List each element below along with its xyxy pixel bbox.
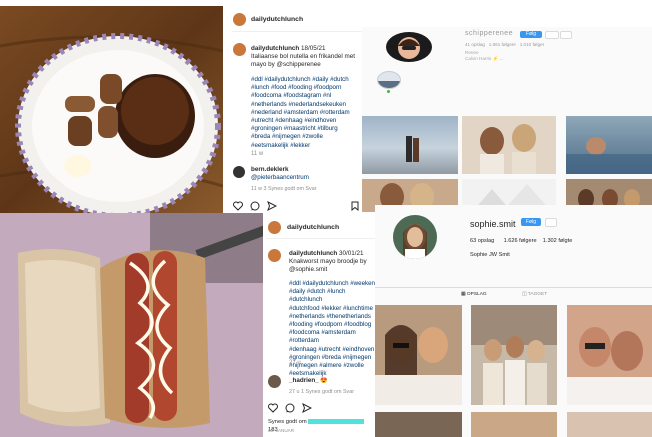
profile-1-username: schipperenee <box>465 30 514 37</box>
grid-photo-1[interactable] <box>375 305 462 405</box>
likes-text: Synes godt om <box>268 419 307 425</box>
post-1-username[interactable]: dailydutchlunch <box>251 16 303 23</box>
two-women-photo <box>480 124 536 174</box>
profile-2-username: sophie.smit <box>470 219 516 229</box>
tab-tagged[interactable]: ◫ TAGGET <box>522 291 547 299</box>
post-2: dailydutchlunch dailydutchlunch 30/01/21… <box>0 213 375 437</box>
commenter-username[interactable]: bern.deklerk <box>251 166 288 173</box>
post-1-comment-meta: 11 w 3 Synes godt om Svar <box>251 186 317 192</box>
stat-posts: 41 opslag <box>465 42 485 47</box>
comment-mention[interactable]: @pieterbaancentrum <box>251 174 309 181</box>
memoji-avatar <box>398 37 420 59</box>
message-button[interactable] <box>545 218 557 227</box>
more-button[interactable] <box>560 31 572 39</box>
divider <box>375 287 652 288</box>
comment-icon[interactable] <box>285 403 295 413</box>
post-1-avatar[interactable] <box>233 13 246 26</box>
post-2-avatar[interactable] <box>268 221 281 234</box>
highlight-cover <box>378 81 400 88</box>
profile-1-bio: Calvin Harris ⚡ ... <box>465 56 504 61</box>
grid-icon: ▦ <box>461 292 466 297</box>
post-2-caption-age: 27 u <box>289 360 301 366</box>
stat-following[interactable]: 1.302 følgte <box>543 238 573 244</box>
caption-date: 30/01/21 <box>339 250 364 257</box>
nutella-bun-photo <box>0 6 223 213</box>
redacted-name <box>308 418 365 424</box>
post-2-caption: dailydutchlunch 30/01/21 Knakworst mayo … <box>289 250 375 274</box>
post-1-caption-avatar[interactable] <box>233 43 246 56</box>
divider <box>232 31 362 32</box>
highlight-dot <box>387 90 390 93</box>
grid-photo-3[interactable] <box>567 305 652 405</box>
message-button[interactable] <box>545 31 559 39</box>
caption-date: 18/05/21 <box>301 45 326 52</box>
caption-username[interactable]: dailydutchlunch <box>289 250 337 257</box>
post-2-hashtags[interactable]: #ddl #dailydutchlunch #weekend #daily #d… <box>289 280 375 378</box>
post-2-commenter-avatar[interactable] <box>268 375 281 388</box>
stat-followers[interactable]: 1.061 følgere <box>489 42 516 47</box>
profile-2: sophie.smit Følg 63 opslag 1.626 følgere… <box>375 205 652 437</box>
swimming-photo <box>566 137 652 174</box>
profile-2-name: Sophie JW Smit <box>470 252 510 258</box>
heart-icon[interactable] <box>233 201 243 211</box>
hotdog-photo <box>0 213 263 437</box>
post-1-commenter-avatar[interactable] <box>233 166 245 178</box>
follow-button[interactable]: Følg <box>521 218 541 226</box>
grid-photo-4[interactable] <box>375 412 462 437</box>
comment-emoji: 😍 <box>320 378 328 384</box>
share-icon[interactable] <box>302 403 312 413</box>
highlight-story[interactable] <box>377 71 401 89</box>
grid-photo-6[interactable] <box>567 412 652 437</box>
group-street-photo <box>471 305 557 405</box>
grid-photo-2[interactable] <box>471 305 557 405</box>
tag-icon: ◫ <box>522 292 527 297</box>
caption-text: Italiaanse bol nutella en frikandel met … <box>251 53 355 68</box>
tab-posts-label: OPSLAG <box>466 292 487 297</box>
caption-text: Knakworst mayo broodje by @sophie.smit <box>289 258 367 273</box>
post-2-date-footer: 30. JANUAR <box>268 428 295 433</box>
heart-icon[interactable] <box>268 403 278 413</box>
post-1-caption-age: 11 w <box>251 151 264 157</box>
post-2-comment-meta: 27 u 1 Synes godt om Svar <box>289 389 355 395</box>
tab-posts[interactable]: ▦ OPSLAG <box>461 291 487 299</box>
post-1-caption: dailydutchlunch 18/05/21 Italiaanse bol … <box>251 45 361 69</box>
profile-photo <box>393 215 437 259</box>
selfie-sunglasses-photo <box>375 325 462 405</box>
post-1-image[interactable] <box>0 6 223 213</box>
post-1: dailydutchlunch dailydutchlunch 18/05/21… <box>0 0 362 213</box>
post-1-comment: bern.deklerk @pieterbaancentrum <box>251 166 309 182</box>
follow-button[interactable]: Følg <box>520 31 542 38</box>
profile-2-stats: 63 opslag 1.626 følgere 1.302 følgte <box>470 237 572 245</box>
post-2-image[interactable] <box>0 213 263 437</box>
post-2-comment: _hadrien_ 😍 <box>289 377 328 385</box>
profile-2-avatar[interactable] <box>393 215 437 259</box>
caption-username[interactable]: dailydutchlunch <box>251 45 299 52</box>
couple-lake-photo <box>406 136 419 162</box>
divider <box>266 238 375 239</box>
share-icon[interactable] <box>267 201 277 211</box>
grid-photo-2[interactable] <box>462 116 556 174</box>
commenter-username[interactable]: _hadrien_ <box>289 377 319 384</box>
grid-photo-5[interactable] <box>471 412 557 437</box>
comment-icon[interactable] <box>250 201 260 211</box>
post-2-caption-avatar[interactable] <box>268 249 281 262</box>
stat-posts: 63 opslag <box>470 238 495 244</box>
stat-followers[interactable]: 1.626 følgere <box>504 238 537 244</box>
post-2-username[interactable]: dailydutchlunch <box>287 224 339 231</box>
profile-1: schipperenee Følg 41 opslag 1.061 følger… <box>362 27 652 212</box>
tab-tagged-label: TAGGET <box>527 292 548 297</box>
profile-1-stats: 41 opslag 1.061 følgere 1.010 følger <box>465 41 544 49</box>
grid-photo-1[interactable] <box>362 116 458 174</box>
profile-1-avatar[interactable] <box>386 32 432 62</box>
stat-following[interactable]: 1.010 følger <box>520 42 545 47</box>
grid-photo-3[interactable] <box>566 116 652 174</box>
bookmark-icon[interactable] <box>351 201 359 211</box>
post-1-hashtags[interactable]: #ddl #dailydutchlunch #daily #dutch #lun… <box>251 76 362 150</box>
smiling-friends-photo <box>567 327 652 405</box>
